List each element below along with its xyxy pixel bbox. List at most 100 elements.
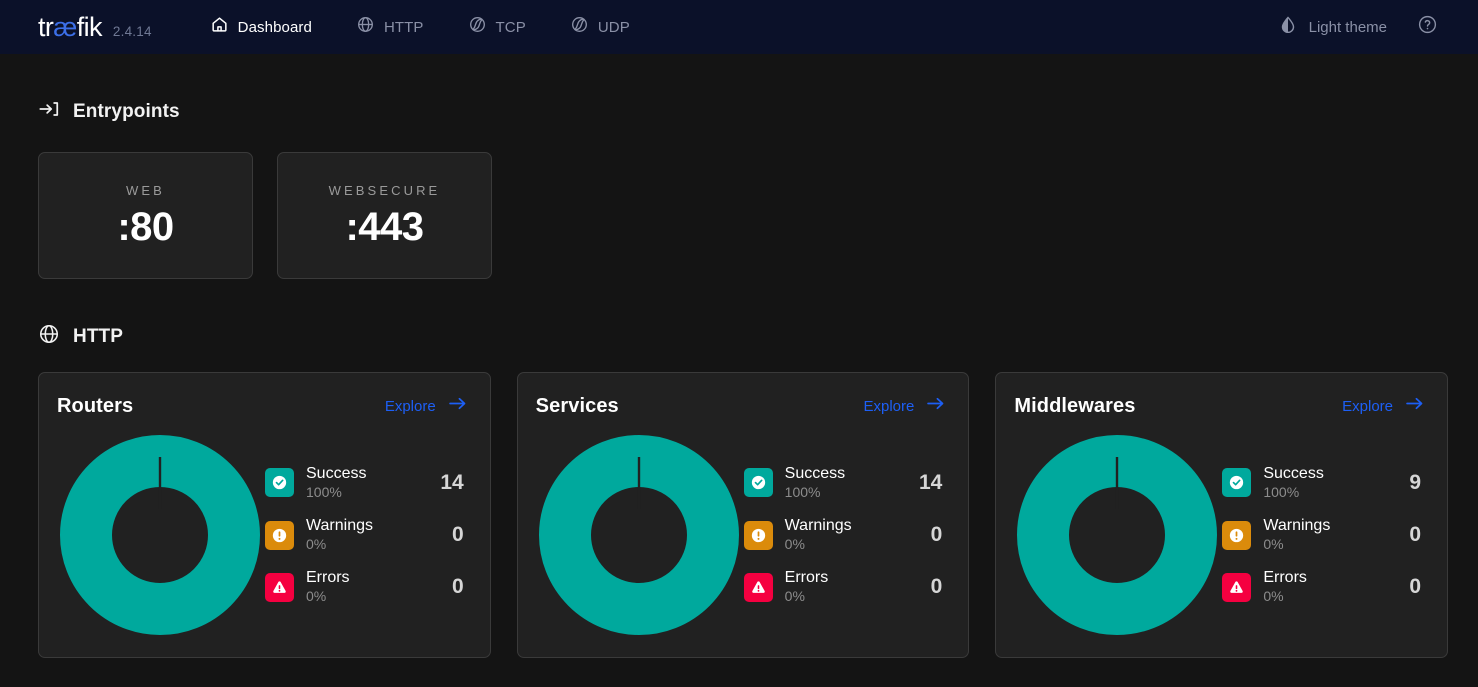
card-title-routers: Routers	[57, 395, 133, 418]
legend-percent: 0%	[785, 587, 905, 605]
dashboard-page: Entrypoints WEB :80 WEBSECURE :443 HTTP …	[0, 54, 1478, 658]
legend-label: Errors	[1263, 569, 1383, 587]
logo-part-ae: æ	[53, 12, 76, 42]
nav-item-udp[interactable]: UDP	[548, 0, 652, 54]
legend-label: Errors	[306, 569, 426, 587]
legend-text: Success 100%	[1263, 465, 1383, 501]
entrypoint-port: :80	[117, 206, 173, 248]
legend-row-warnings: Warnings 0% 0	[265, 517, 464, 553]
check-circle-icon	[1222, 468, 1251, 497]
nav-label-udp: UDP	[598, 19, 630, 36]
legend-middlewares: Success 100% 9	[1222, 465, 1425, 605]
brand[interactable]: træfik 2.4.14	[38, 14, 152, 41]
nav-label-http: HTTP	[384, 19, 424, 36]
explore-link-services[interactable]: Explore	[863, 393, 946, 419]
legend-text: Warnings 0%	[785, 517, 905, 553]
entrypoint-card-web[interactable]: WEB :80	[38, 152, 253, 279]
legend-row-success: Success 100% 14	[265, 465, 464, 501]
card-middlewares: Middlewares Explore	[995, 372, 1448, 658]
legend-percent: 0%	[306, 535, 426, 553]
donut-chart-services	[534, 435, 744, 635]
main-nav: Dashboard HTTP TCP	[188, 0, 652, 54]
question-circle-icon	[1417, 14, 1438, 40]
http-section-title: HTTP	[73, 326, 123, 348]
legend-row-warnings: Warnings 0% 0	[1222, 517, 1421, 553]
explore-label: Explore	[1342, 398, 1393, 415]
card-header: Middlewares Explore	[1012, 393, 1425, 419]
explore-label: Explore	[385, 398, 436, 415]
legend-row-errors: Errors 0% 0	[265, 569, 464, 605]
nav-label-dashboard: Dashboard	[238, 19, 312, 36]
legend-count: 0	[916, 575, 942, 599]
arrow-into-bracket-icon	[38, 98, 60, 125]
home-icon	[210, 15, 229, 39]
legend-count: 0	[438, 523, 464, 547]
legend-count: 0	[438, 575, 464, 599]
card-body: Success 100% 14	[55, 419, 468, 657]
legend-routers: Success 100% 14	[265, 465, 468, 605]
card-header: Services Explore	[534, 393, 947, 419]
legend-percent: 0%	[1263, 535, 1383, 553]
legend-count: 9	[1395, 471, 1421, 495]
legend-row-warnings: Warnings 0% 0	[744, 517, 943, 553]
globe-icon	[38, 323, 60, 350]
nav-item-http[interactable]: HTTP	[334, 0, 446, 54]
legend-text: Warnings 0%	[306, 517, 426, 553]
globe-icon	[356, 15, 375, 39]
arrow-right-icon	[1404, 393, 1425, 419]
card-services: Services Explore	[517, 372, 970, 658]
legend-label: Warnings	[1263, 517, 1383, 535]
entrypoint-name: WEB	[126, 183, 165, 198]
explore-link-middlewares[interactable]: Explore	[1342, 393, 1425, 419]
nav-item-tcp[interactable]: TCP	[446, 0, 548, 54]
logo-part-tr: tr	[38, 12, 53, 42]
legend-label: Success	[1263, 465, 1383, 483]
theme-toggle-button[interactable]: Light theme	[1256, 15, 1409, 40]
legend-row-errors: Errors 0% 0	[744, 569, 943, 605]
explore-link-routers[interactable]: Explore	[385, 393, 468, 419]
legend-percent: 100%	[1263, 483, 1383, 501]
legend-row-errors: Errors 0% 0	[1222, 569, 1421, 605]
legend-count: 0	[916, 523, 942, 547]
card-routers: Routers Explore	[38, 372, 491, 658]
legend-text: Errors 0%	[1263, 569, 1383, 605]
card-body: Success 100% 14	[534, 419, 947, 657]
explore-label: Explore	[863, 398, 914, 415]
help-button[interactable]	[1409, 14, 1452, 40]
legend-row-success: Success 100% 9	[1222, 465, 1421, 501]
legend-count: 0	[1395, 523, 1421, 547]
http-section-header: HTTP	[30, 279, 1448, 350]
nav-label-tcp: TCP	[496, 19, 526, 36]
entrypoint-name: WEBSECURE	[329, 183, 441, 198]
warning-triangle-icon	[744, 573, 773, 602]
nav-item-dashboard[interactable]: Dashboard	[188, 0, 334, 54]
legend-label: Success	[785, 465, 905, 483]
logo-part-fik: fik	[77, 12, 102, 42]
donut-chart-middlewares	[1012, 435, 1222, 635]
entrypoints-list: WEB :80 WEBSECURE :443	[30, 125, 1448, 279]
legend-percent: 0%	[1263, 587, 1383, 605]
entrypoints-section-header: Entrypoints	[30, 54, 1448, 125]
legend-label: Errors	[785, 569, 905, 587]
exclamation-circle-icon	[744, 521, 773, 550]
half-drop-icon	[1278, 15, 1298, 40]
donut-chart-routers	[55, 435, 265, 635]
traefik-logo: træfik	[38, 14, 102, 41]
legend-text: Errors 0%	[306, 569, 426, 605]
legend-percent: 100%	[785, 483, 905, 501]
top-navigation-bar: træfik 2.4.14 Dashboard HTTP	[0, 0, 1478, 54]
top-bar-actions: Light theme	[1256, 14, 1452, 40]
legend-percent: 0%	[785, 535, 905, 553]
legend-row-success: Success 100% 14	[744, 465, 943, 501]
legend-label: Warnings	[785, 517, 905, 535]
card-title-middlewares: Middlewares	[1014, 395, 1135, 418]
warning-triangle-icon	[265, 573, 294, 602]
arrow-right-icon	[925, 393, 946, 419]
version-label: 2.4.14	[113, 24, 152, 39]
entrypoint-card-websecure[interactable]: WEBSECURE :443	[277, 152, 492, 279]
flow-icon	[468, 15, 487, 39]
legend-text: Success 100%	[785, 465, 905, 501]
legend-label: Warnings	[306, 517, 426, 535]
legend-text: Success 100%	[306, 465, 426, 501]
entrypoint-port: :443	[345, 206, 423, 248]
